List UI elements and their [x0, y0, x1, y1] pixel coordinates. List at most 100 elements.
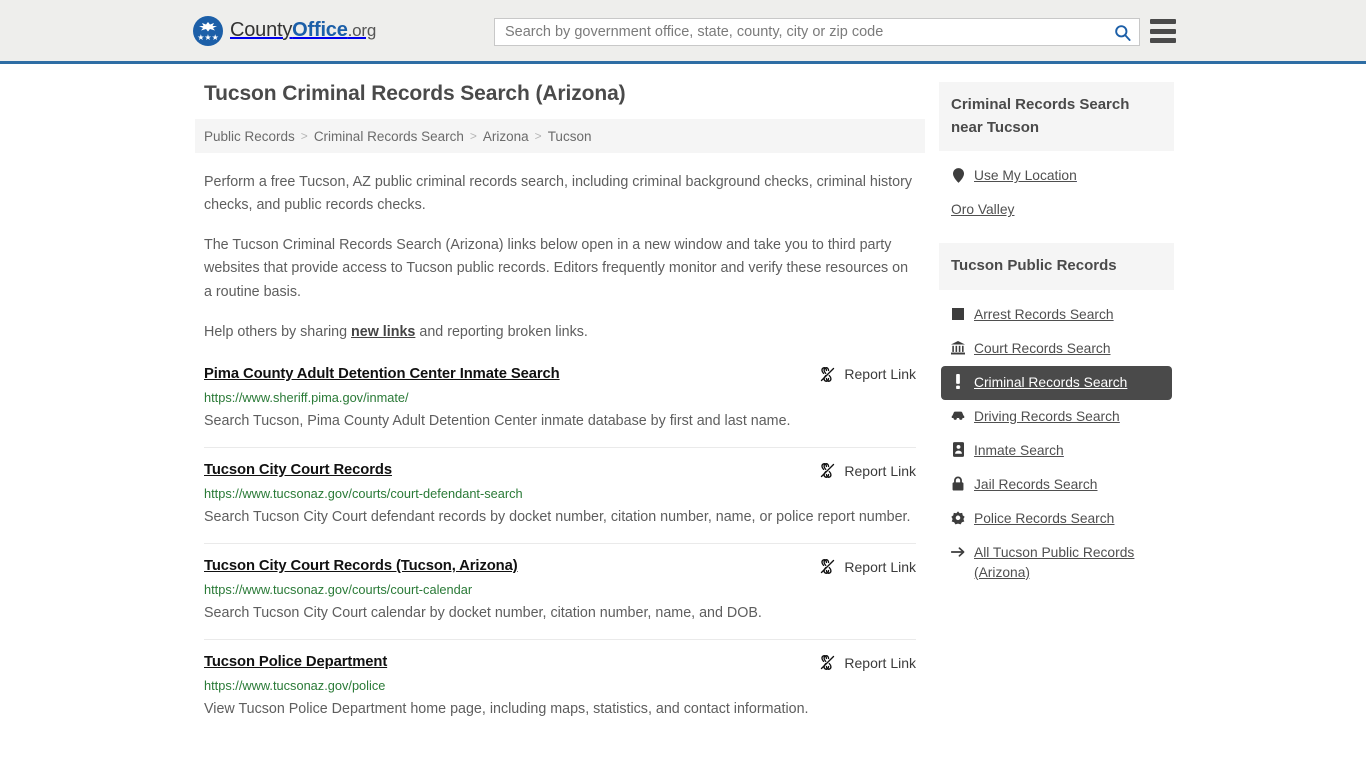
result-url[interactable]: https://www.tucsonaz.gov/courts/court-de…	[204, 486, 916, 501]
square-glyph	[952, 307, 964, 320]
breadcrumb-item-arizona[interactable]: Arizona	[483, 129, 529, 144]
breadcrumb-separator-icon: >	[534, 129, 542, 143]
result-url[interactable]: https://www.tucsonaz.gov/police	[204, 678, 916, 693]
result-description: Search Tucson, Pima County Adult Detenti…	[204, 412, 791, 429]
result-header: Tucson City Court Records Report Link	[204, 462, 916, 479]
report-link-button[interactable]: Report Link	[819, 366, 916, 383]
sidebar-item-label: Driving Records Search	[974, 408, 1120, 424]
breadcrumb: Public Records > Criminal Records Search…	[195, 119, 925, 153]
hamburger-bar	[1150, 19, 1176, 24]
map-pin-glyph	[952, 167, 964, 183]
intro-paragraph-2: The Tucson Criminal Records Search (Ariz…	[204, 237, 909, 300]
sidebar-item-oro-valley[interactable]: Oro Valley	[941, 193, 1172, 227]
public-records-card: Tucson Public Records Arrest Records Sea…	[939, 243, 1174, 594]
logo-text: CountyOffice.org	[230, 19, 376, 42]
square-icon	[951, 306, 965, 322]
sidebar-item-label: Inmate Search	[974, 442, 1064, 458]
result-item: Pima County Adult Detention Center Inmat…	[204, 366, 916, 449]
result-item: Tucson City Court Records (Tucson, Arizo…	[204, 558, 916, 641]
page-body: Tucson Criminal Records Search (Arizona)…	[0, 64, 1366, 768]
sidebar: Criminal Records Search near Tucson Use …	[939, 82, 1174, 768]
public-records-card-body: Arrest Records Search Court Records Sear…	[939, 290, 1174, 594]
search-bar[interactable]	[494, 18, 1140, 46]
help-paragraph: Help others by sharing new links and rep…	[204, 321, 916, 344]
results-list: Pima County Adult Detention Center Inmat…	[195, 366, 925, 736]
logo-text-office: Office	[292, 19, 348, 41]
sidebar-item-inmate-search[interactable]: Inmate Search	[941, 434, 1172, 468]
lock-glyph	[952, 476, 964, 491]
arrow-right-glyph	[951, 546, 965, 557]
sidebar-item-label: All Tucson Public Records (Arizona)	[974, 544, 1135, 580]
id-badge-icon	[951, 442, 965, 458]
result-item: Tucson Police Department Report Link htt…	[204, 654, 916, 735]
result-title-link[interactable]: Tucson City Court Records	[204, 462, 392, 478]
breadcrumb-separator-icon: >	[300, 129, 308, 143]
sidebar-item-use-my-location[interactable]: Use My Location	[941, 159, 1172, 193]
broken-link-icon	[821, 559, 835, 575]
map-pin-icon	[951, 167, 965, 183]
site-header: ★★★ CountyOffice.org	[0, 0, 1366, 64]
report-link-label: Report Link	[844, 654, 916, 671]
main-column: Tucson Criminal Records Search (Arizona)…	[195, 82, 925, 768]
police-badge-glyph	[951, 510, 965, 524]
sidebar-item-label: Court Records Search	[974, 340, 1111, 356]
result-header: Tucson City Court Records (Tucson, Arizo…	[204, 558, 916, 575]
intro-section: Perform a free Tucson, AZ public crimina…	[195, 171, 925, 344]
result-url[interactable]: https://www.sheriff.pima.gov/inmate/	[204, 390, 916, 405]
result-description: Search Tucson City Court defendant recor…	[204, 509, 911, 526]
result-title-link[interactable]: Tucson City Court Records (Tucson, Arizo…	[204, 558, 518, 574]
arrow-right-icon	[951, 544, 965, 560]
search-icon	[1114, 24, 1131, 41]
sidebar-item-jail-records-search[interactable]: Jail Records Search	[941, 468, 1172, 502]
sidebar-item-police-records-search[interactable]: Police Records Search	[941, 502, 1172, 536]
site-logo[interactable]: ★★★ CountyOffice.org	[193, 15, 376, 46]
search-button[interactable]	[1105, 19, 1139, 45]
nearby-search-card-title: Criminal Records Search near Tucson	[939, 82, 1174, 151]
search-input[interactable]	[495, 19, 1105, 45]
page-title: Tucson Criminal Records Search (Arizona)	[204, 82, 626, 105]
car-glyph	[951, 411, 965, 420]
sidebar-item-label: Criminal Records Search	[974, 374, 1128, 390]
breadcrumb-item-public-records[interactable]: Public Records	[204, 129, 295, 144]
sidebar-item-driving-records-search[interactable]: Driving Records Search	[941, 400, 1172, 434]
sidebar-item-all-tucson-public-records[interactable]: All Tucson Public Records (Arizona)	[941, 536, 1172, 590]
result-header: Tucson Police Department Report Link	[204, 654, 916, 671]
car-icon	[951, 408, 965, 424]
broken-link-icon	[821, 367, 835, 382]
lock-icon	[951, 476, 965, 492]
result-description: Search Tucson City Court calendar by doc…	[204, 605, 762, 622]
sidebar-item-arrest-records-search[interactable]: Arrest Records Search	[941, 298, 1172, 332]
result-header: Pima County Adult Detention Center Inmat…	[204, 366, 916, 383]
help-prefix: Help others by sharing	[204, 323, 352, 340]
report-link-label: Report Link	[844, 558, 916, 575]
new-links-link[interactable]: new links	[351, 324, 415, 340]
public-records-card-title: Tucson Public Records	[939, 243, 1174, 290]
result-url[interactable]: https://www.tucsonaz.gov/courts/court-ca…	[204, 582, 916, 597]
broken-link-icon	[821, 463, 835, 478]
broken-link-icon	[821, 655, 835, 671]
id-badge-glyph	[952, 442, 964, 457]
stars-glyph: ★★★	[197, 32, 219, 42]
breadcrumb-item-criminal-records-search[interactable]: Criminal Records Search	[314, 129, 464, 144]
eagle-seal-icon: ★★★	[193, 15, 223, 46]
breadcrumb-separator-icon: >	[469, 129, 477, 143]
result-title-link[interactable]: Pima County Adult Detention Center Inmat…	[204, 366, 560, 382]
logo-text-tld: .org	[347, 21, 377, 40]
courthouse-glyph	[951, 340, 965, 354]
result-item: Tucson City Court Records Report Link ht…	[204, 462, 916, 545]
logo-text-county: County	[230, 19, 293, 41]
nearby-search-card-body: Use My Location Oro Valley	[939, 151, 1174, 231]
report-link-button[interactable]: Report Link	[819, 654, 916, 671]
hamburger-menu-icon[interactable]	[1150, 19, 1176, 43]
sidebar-item-court-records-search[interactable]: Court Records Search	[941, 332, 1172, 366]
sidebar-item-label: Use My Location	[974, 168, 1077, 183]
exclamation-glyph	[956, 374, 960, 389]
report-link-button[interactable]: Report Link	[819, 558, 916, 575]
exclamation-icon	[951, 374, 965, 390]
content-wrapper: Tucson Criminal Records Search (Arizona)…	[195, 64, 1175, 768]
sidebar-item-label: Jail Records Search	[974, 476, 1098, 492]
result-title-link[interactable]: Tucson Police Department	[204, 654, 387, 670]
report-link-button[interactable]: Report Link	[819, 462, 916, 479]
report-link-label: Report Link	[844, 462, 916, 479]
sidebar-item-criminal-records-search[interactable]: Criminal Records Search	[941, 365, 1172, 400]
